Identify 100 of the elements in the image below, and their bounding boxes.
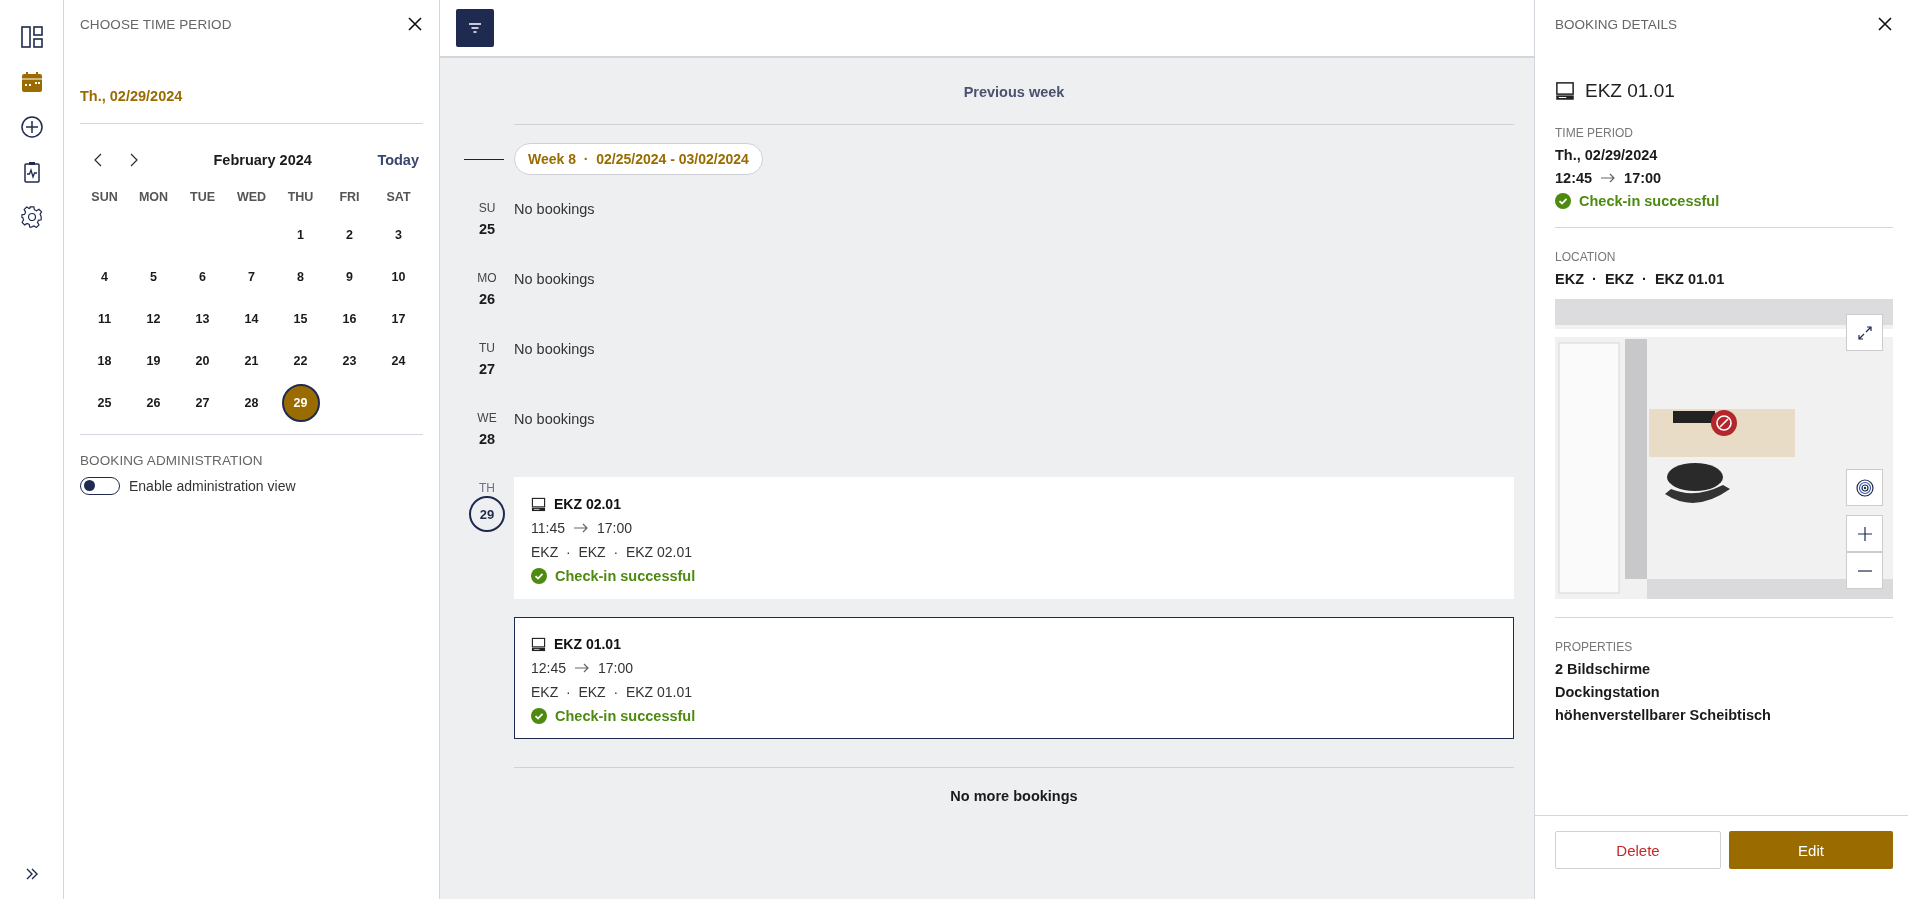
minus-icon xyxy=(1857,569,1872,572)
weekday-header: SUN xyxy=(90,189,119,206)
status-text: Check-in successful xyxy=(1579,193,1720,209)
calendar-day[interactable]: 9 xyxy=(330,258,369,296)
calendar-day[interactable]: 28 xyxy=(232,384,271,422)
calendar-day[interactable]: 24 xyxy=(379,342,418,380)
weekday-header: FRI xyxy=(338,189,361,206)
calendar-day[interactable]: 6 xyxy=(183,258,222,296)
calendar-day[interactable]: 8 xyxy=(281,258,320,296)
day-number[interactable]: 27 xyxy=(478,361,496,377)
check-circle-icon xyxy=(531,708,547,724)
section-heading: LOCATION xyxy=(1555,250,1617,264)
settings-icon[interactable] xyxy=(20,206,43,228)
plus-icon xyxy=(1857,526,1872,541)
calendar-day[interactable]: 17 xyxy=(379,300,418,338)
check-circle-icon xyxy=(531,568,547,584)
end-time: 17:00 xyxy=(597,520,633,536)
calendar-day[interactable]: 10 xyxy=(379,258,418,296)
location-path: EKZ · EKZ · EKZ 01.01 xyxy=(1555,271,1726,287)
day-number[interactable]: 29 xyxy=(469,496,505,532)
calendar-day[interactable]: 3 xyxy=(379,216,418,254)
edit-button[interactable]: Edit xyxy=(1729,831,1893,869)
empty-message: No bookings xyxy=(514,340,596,357)
check-circle-icon xyxy=(1555,193,1571,209)
empty-message: No bookings xyxy=(514,270,596,287)
toggle-label: Enable administration view xyxy=(129,478,296,494)
calendar-day[interactable]: 19 xyxy=(134,342,173,380)
fullscreen-button[interactable] xyxy=(1846,314,1883,351)
add-circle-icon[interactable] xyxy=(20,116,43,138)
weekday-header: TUE xyxy=(189,189,216,206)
week-badge: Week 8 · 02/25/2024 - 03/02/2024 xyxy=(514,143,763,175)
end-message: No more bookings xyxy=(950,788,1078,804)
month-label: February 2024 xyxy=(212,152,313,168)
calendar-day[interactable]: 15 xyxy=(281,300,320,338)
zoom-in-button[interactable] xyxy=(1846,515,1883,552)
locate-button[interactable] xyxy=(1846,469,1883,506)
zoom-out-button[interactable] xyxy=(1846,552,1883,589)
filter-icon xyxy=(468,23,482,33)
calendar-day[interactable]: 23 xyxy=(330,342,369,380)
blocked-marker-icon[interactable] xyxy=(1710,409,1738,437)
calendar-day[interactable]: 14 xyxy=(232,300,271,338)
start-time: 12:45 xyxy=(531,660,567,676)
fullscreen-icon xyxy=(1856,324,1873,341)
booking-date: Th., 02/29/2024 xyxy=(1555,147,1659,163)
delete-button[interactable]: Delete xyxy=(1555,831,1721,869)
day-number[interactable]: 26 xyxy=(478,291,496,307)
chevron-right-icon xyxy=(129,153,139,167)
calendar-day[interactable]: 2 xyxy=(330,216,369,254)
chevron-left-icon xyxy=(93,153,103,167)
start-time: 11:45 xyxy=(531,520,565,536)
section-heading: BOOKING ADMINISTRATION xyxy=(80,453,264,468)
arrow-icon xyxy=(573,523,589,533)
calendar-day[interactable]: 29 xyxy=(281,384,320,422)
calendar-day[interactable]: 4 xyxy=(85,258,124,296)
location-path: EKZ · EKZ · EKZ 02.01 xyxy=(531,544,693,560)
calendar-day[interactable]: 20 xyxy=(183,342,222,380)
weekday-label: TU xyxy=(479,341,495,355)
weekday-header: MON xyxy=(137,189,170,206)
day-number[interactable]: 25 xyxy=(478,221,496,237)
dashboard-icon[interactable] xyxy=(20,26,43,48)
calendar-day[interactable]: 16 xyxy=(330,300,369,338)
calendar-day[interactable]: 12 xyxy=(134,300,173,338)
computer-icon xyxy=(531,636,546,652)
booking-card[interactable]: EKZ 01.01 12:45 17:00 EKZ · EKZ · EKZ 01.01 Check-in successful xyxy=(514,617,1514,739)
calendar-day[interactable]: 1 xyxy=(281,216,320,254)
calendar-day[interactable]: 13 xyxy=(183,300,222,338)
day-number[interactable]: 28 xyxy=(478,431,496,447)
selected-date: Th., 02/29/2024 xyxy=(80,88,423,124)
property-item: höhenverstellbarer Scheibtisch xyxy=(1555,707,1772,723)
resource-name: EKZ 01.01 xyxy=(554,636,621,652)
calendar-day[interactable]: 26 xyxy=(134,384,173,422)
calendar-day[interactable]: 27 xyxy=(183,384,222,422)
calendar-day[interactable]: 5 xyxy=(134,258,173,296)
expand-chevrons-icon[interactable] xyxy=(24,867,39,881)
arrow-icon xyxy=(574,663,591,673)
weekday-header: THU xyxy=(286,189,315,206)
previous-week-link[interactable]: Previous week xyxy=(963,84,1065,100)
calendar-day[interactable]: 21 xyxy=(232,342,271,380)
calendar-icon[interactable] xyxy=(20,71,43,93)
weekday-header: WED xyxy=(235,189,268,206)
panel-title: CHOOSE TIME PERIOD xyxy=(80,16,232,32)
close-icon[interactable] xyxy=(407,16,423,32)
calendar-day[interactable]: 18 xyxy=(85,342,124,380)
end-time: 17:00 xyxy=(1624,170,1662,186)
calendar-day[interactable]: 25 xyxy=(85,384,124,422)
calendar-day[interactable]: 22 xyxy=(281,342,320,380)
property-item: 2 Bildschirme xyxy=(1555,661,1652,677)
computer-icon xyxy=(1555,81,1575,101)
target-icon xyxy=(1855,478,1874,497)
booking-card[interactable]: EKZ 02.01 11:45 17:00 EKZ · EKZ · EKZ 02.01 Check-in successful xyxy=(514,477,1514,599)
calendar-day[interactable]: 7 xyxy=(232,258,271,296)
filter-button[interactable] xyxy=(456,9,494,47)
close-icon[interactable] xyxy=(1877,16,1893,32)
status-text: Check-in successful xyxy=(555,568,696,584)
location-path: EKZ · EKZ · EKZ 01.01 xyxy=(531,684,693,700)
today-link[interactable]: Today xyxy=(377,152,419,168)
empty-message: No bookings xyxy=(514,410,596,427)
weekday-label: SU xyxy=(478,201,496,215)
end-time: 17:00 xyxy=(598,660,634,676)
calendar-day[interactable]: 11 xyxy=(85,300,124,338)
